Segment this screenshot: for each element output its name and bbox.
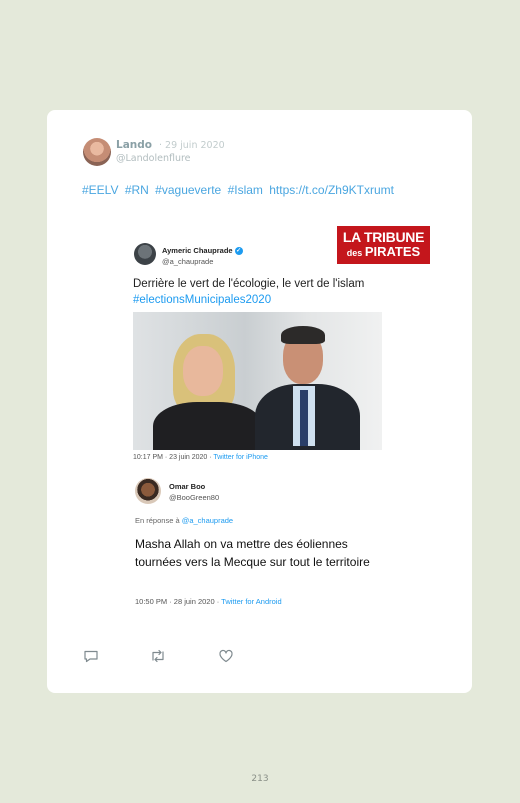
avatar[interactable] <box>83 138 111 166</box>
quoted-hashtag: #electionsMunicipales2020 <box>133 294 272 306</box>
tweet-date[interactable]: · 29 juin 2020 <box>159 140 225 151</box>
reply-author-handle: @BooGreen80 <box>169 493 220 502</box>
hashtag-vagueverte[interactable]: #vagueverte <box>155 183 221 197</box>
quoted-text-body: Derrière le vert de l'écologie, le vert … <box>133 278 365 290</box>
page-number: 213 <box>251 774 269 784</box>
photo-person-left-face <box>183 346 223 396</box>
photo-person-right-tie <box>300 390 308 446</box>
reply-text: Masha Allah on va mettre des éoliennes t… <box>135 537 370 569</box>
tweet-link[interactable]: https://t.co/Zh9KTxrumt <box>269 183 394 197</box>
quoted-tweet-time: 10:17 PM · 23 juin 2020 · <box>133 454 214 461</box>
logo-subtitle: des PIRATES <box>337 244 430 259</box>
quoted-avatar <box>134 243 156 265</box>
hashtag-islam[interactable]: #Islam <box>228 183 263 197</box>
hashtag-eelv[interactable]: #EELV <box>82 183 118 197</box>
logo-des: des <box>346 248 363 258</box>
author-handle[interactable]: @Landolenflure <box>116 153 191 164</box>
reply-author-name: Omar Boo <box>169 482 206 491</box>
reply-time: 10:50 PM · 28 juin 2020 · <box>135 597 222 606</box>
tribune-logo: LA TRIBUNE des PIRATES <box>337 226 430 264</box>
retweet-icon[interactable] <box>149 648 165 664</box>
verified-icon: ✓ <box>234 247 243 256</box>
heart-icon[interactable] <box>218 648 234 664</box>
quoted-author-handle: @a_chauprade <box>162 257 214 266</box>
photo-person-left-body <box>153 402 263 450</box>
quoted-tweet-text: Derrière le vert de l'écologie, le vert … <box>133 276 393 308</box>
quoted-author-name-text: Aymeric Chauprade <box>162 246 233 255</box>
author-name[interactable]: Lando <box>116 139 152 151</box>
logo-title: LA TRIBUNE <box>342 229 425 245</box>
tweet-card: Lando · 29 juin 2020 @Landolenflure #EEL… <box>47 110 472 693</box>
logo-pirates: PIRATES <box>364 244 421 259</box>
quoted-tweet-source: Twitter for iPhone <box>213 454 268 461</box>
hashtag-rn[interactable]: #RN <box>125 183 149 197</box>
quoted-author-name: Aymeric Chauprade ✓ <box>162 246 243 256</box>
embedded-image[interactable]: LA TRIBUNE des PIRATES Aymeric Chauprade… <box>129 226 430 621</box>
tweet-text: #EELV #RN #vagueverte #Islam https://t.c… <box>82 183 397 197</box>
photo-person-right-hair <box>281 326 325 344</box>
reply-prefix: En réponse à <box>135 516 182 525</box>
quoted-tweet-meta: 10:17 PM · 23 juin 2020 · Twitter for iP… <box>133 454 268 461</box>
quoted-photo <box>133 312 382 450</box>
reply-to-handle: @a_chauprade <box>181 516 234 525</box>
reply-icon[interactable] <box>83 648 99 664</box>
reply-source: Twitter for Android <box>221 597 282 606</box>
reply-avatar <box>135 478 161 504</box>
reply-meta: 10:50 PM · 28 juin 2020 · Twitter for An… <box>135 597 282 606</box>
reply-context: En réponse à @a_chauprade <box>135 516 233 525</box>
